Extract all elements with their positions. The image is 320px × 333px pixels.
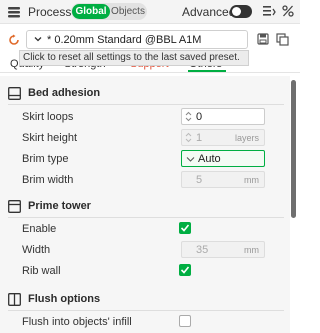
spinner-icon[interactable] [185, 132, 192, 143]
flush-options-icon [8, 293, 21, 306]
dropdown-value: Auto [198, 153, 221, 165]
percent-icon[interactable] [281, 4, 295, 18]
scrollbar[interactable] [291, 80, 296, 218]
width-input[interactable]: 35 mm [181, 241, 265, 258]
brim-width-label: Brim width [22, 174, 74, 186]
compare-icon[interactable] [276, 33, 289, 46]
brim-width-input[interactable]: 5 mm [181, 171, 265, 188]
list-icon[interactable] [262, 4, 276, 18]
process-header: Process Global Objects Advanced [0, 0, 300, 24]
process-title: Process [28, 5, 72, 19]
field-unit: mm [244, 245, 259, 255]
section-divider [8, 217, 284, 218]
spinner-icon[interactable] [185, 111, 192, 122]
tabs-divider [0, 72, 300, 73]
field-unit: mm [244, 175, 259, 185]
enable-checkbox[interactable] [179, 222, 191, 234]
flush-infill-checkbox[interactable] [179, 315, 191, 327]
chevron-down-icon [34, 37, 42, 42]
field-value: 0 [196, 111, 203, 123]
save-icon[interactable] [257, 33, 269, 45]
prime-tower-icon [8, 200, 21, 213]
skirt-loops-label: Skirt loops [22, 111, 74, 123]
field-unit: layers [234, 133, 259, 143]
section-divider [8, 310, 284, 311]
reset-icon[interactable] [8, 34, 20, 46]
width-label: Width [22, 244, 51, 256]
rib-wall-checkbox[interactable] [179, 264, 191, 276]
reset-tooltip: Click to reset all settings to the last … [19, 50, 249, 66]
advanced-toggle[interactable] [230, 5, 252, 18]
skirt-loops-input[interactable]: 0 [181, 108, 265, 125]
settings-panel[interactable]: Bed adhesion Skirt loops 0 Skirt height … [0, 76, 290, 333]
advanced-label: Advanced [182, 5, 236, 19]
objects-mode-button[interactable]: Objects [111, 4, 145, 19]
chevron-down-icon [186, 157, 195, 162]
check-icon [180, 224, 190, 232]
preset-dropdown[interactable]: * 0.20mm Standard @BBL A1M [26, 30, 248, 49]
skirt-height-label: Skirt height [22, 132, 78, 144]
check-icon [180, 266, 190, 274]
field-value: 35 [196, 244, 209, 256]
global-mode-button[interactable]: Global [72, 4, 110, 19]
field-value: 5 [196, 174, 203, 186]
section-title: Bed adhesion [28, 87, 101, 99]
brim-type-dropdown[interactable]: Auto [181, 150, 265, 167]
bed-adhesion-icon [8, 87, 21, 100]
flush-infill-label: Flush into objects' infill [22, 316, 132, 328]
enable-label: Enable [22, 223, 57, 235]
skirt-height-input[interactable]: 1 layers [181, 129, 265, 146]
brim-type-label: Brim type [22, 153, 69, 165]
rib-wall-label: Rib wall [22, 265, 61, 277]
preset-name: * 0.20mm Standard @BBL A1M [47, 34, 202, 46]
global-objects-switch[interactable]: Global Objects [71, 3, 147, 20]
section-divider [8, 104, 284, 105]
section-title: Prime tower [28, 200, 91, 212]
field-value: 1 [196, 132, 203, 144]
process-icon [8, 7, 20, 18]
section-title: Flush options [28, 293, 101, 305]
